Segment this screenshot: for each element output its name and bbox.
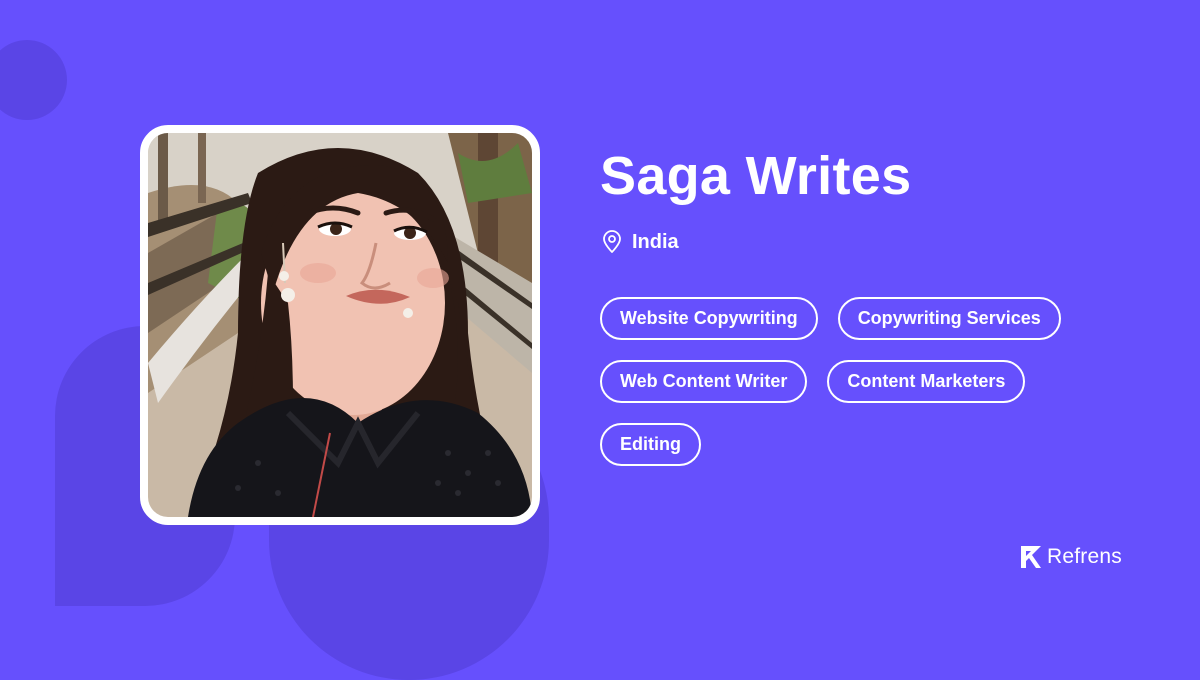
profile-photo [140,125,540,525]
skill-tag-website-copywriting[interactable]: Website Copywriting [600,297,818,340]
map-pin-icon [603,230,621,253]
skill-tags: Website Copywriting Copywriting Services… [600,297,1100,466]
profile-name: Saga Writes [600,146,912,206]
skill-tag-content-marketers[interactable]: Content Marketers [827,360,1026,403]
profile-photo-illustration [148,133,532,517]
location-label: India [632,230,679,253]
skill-tag-editing[interactable]: Editing [600,423,701,466]
refrens-logo-text: Refrens [1047,545,1122,568]
skill-tag-web-content-writer[interactable]: Web Content Writer [600,360,808,403]
refrens-logo[interactable]: Refrens [1019,544,1122,570]
location-row: India [601,228,679,256]
skill-tag-copywriting-services[interactable]: Copywriting Services [837,297,1061,340]
refrens-logo-icon [1021,546,1041,568]
decorative-circle [0,40,67,120]
